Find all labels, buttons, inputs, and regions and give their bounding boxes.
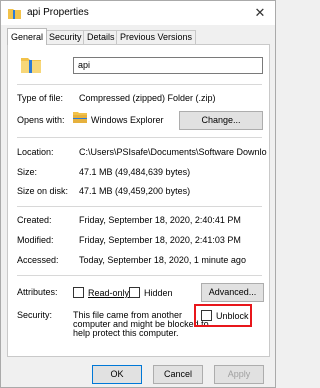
zip-folder-icon	[8, 7, 21, 21]
size-on-disk-value: 47.1 MB (49,459,200 bytes)	[79, 186, 191, 196]
apply-button[interactable]: Apply	[214, 365, 264, 384]
change-button-label: Change...	[201, 115, 241, 125]
security-text-line-3: help protect this computer.	[73, 328, 179, 338]
close-icon[interactable]: ✕	[251, 4, 269, 22]
window-title: api Properties	[27, 7, 89, 18]
cancel-button-label: Cancel	[163, 369, 192, 379]
modified-value: Friday, September 18, 2020, 2:41:03 PM	[79, 235, 241, 245]
read-only-checkbox[interactable]	[73, 287, 84, 298]
ok-button[interactable]: OK	[92, 365, 142, 384]
type-value: Compressed (zipped) Folder (.zip)	[79, 93, 216, 103]
change-button[interactable]: Change...	[179, 111, 263, 130]
location-label: Location:	[17, 147, 54, 157]
accessed-label: Accessed:	[17, 255, 59, 265]
ok-button-label: OK	[110, 369, 124, 379]
opens-with-label: Opens with:	[17, 115, 65, 125]
divider	[17, 206, 262, 207]
attributes-label: Attributes:	[17, 287, 58, 297]
divider	[17, 275, 262, 276]
cancel-button[interactable]: Cancel	[153, 365, 203, 384]
file-name-input[interactable]: api	[73, 57, 263, 74]
opens-with-value: Windows Explorer	[91, 115, 164, 125]
title-bar[interactable]: api Properties ✕	[1, 1, 275, 25]
tab-previous-versions[interactable]: Previous Versions	[116, 30, 197, 44]
created-label: Created:	[17, 215, 52, 225]
properties-window: api Properties ✕ General Security Detail…	[0, 0, 276, 388]
size-on-disk-label: Size on disk:	[17, 186, 69, 196]
unblock-label[interactable]: Unblock	[216, 311, 249, 321]
read-only-label[interactable]: Read-only	[88, 288, 129, 298]
created-value: Friday, September 18, 2020, 2:40:41 PM	[79, 215, 241, 225]
type-label: Type of file:	[17, 93, 64, 103]
unblock-checkbox[interactable]	[201, 310, 212, 321]
advanced-button[interactable]: Advanced...	[201, 283, 264, 302]
size-value: 47.1 MB (49,484,639 bytes)	[79, 167, 191, 177]
hidden-checkbox[interactable]	[129, 287, 140, 298]
hidden-label[interactable]: Hidden	[144, 288, 173, 298]
apply-button-label: Apply	[227, 369, 251, 379]
general-panel: api Type of file: Compressed (zipped) Fo…	[7, 44, 270, 357]
accessed-value: Today, September 18, 2020, 1 minute ago	[79, 255, 246, 265]
large-zip-folder-icon	[20, 53, 42, 77]
tab-general[interactable]: General	[7, 28, 48, 45]
size-label: Size:	[17, 167, 38, 177]
windows-explorer-icon	[73, 111, 87, 125]
security-label: Security:	[17, 310, 53, 320]
tab-details[interactable]: Details	[83, 30, 119, 44]
modified-label: Modified:	[17, 235, 54, 245]
tab-security[interactable]: Security	[45, 30, 86, 44]
advanced-button-label: Advanced...	[208, 287, 257, 297]
location-value: C:\Users\PSIsafe\Documents\Software Down…	[79, 147, 267, 157]
divider	[17, 84, 262, 85]
divider	[17, 137, 262, 138]
